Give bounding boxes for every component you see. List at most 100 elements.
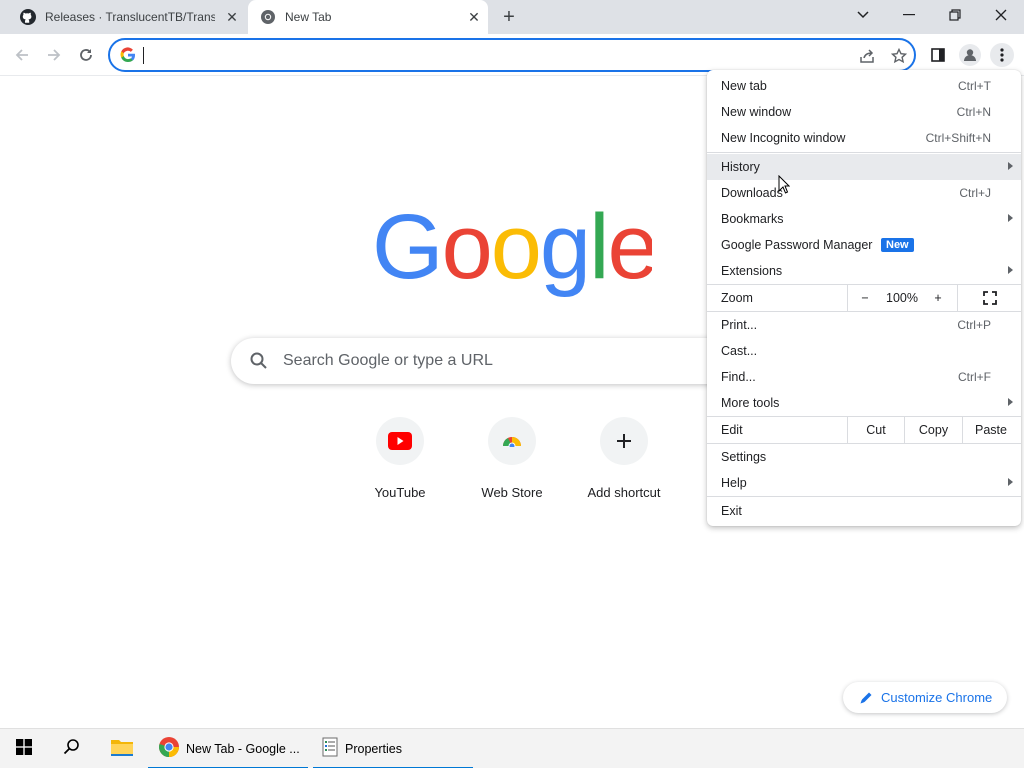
menu-shortcut: Ctrl+T — [958, 79, 991, 93]
more-menu-icon[interactable] — [990, 43, 1014, 67]
menu-item-find[interactable]: Find... Ctrl+F — [707, 364, 1021, 390]
menu-shortcut: Ctrl+J — [959, 186, 991, 200]
menu-item-exit[interactable]: Exit — [707, 498, 1021, 524]
shortcut-label: YouTube — [374, 485, 426, 500]
fullscreen-icon[interactable] — [958, 285, 1021, 311]
restore-icon[interactable] — [942, 4, 968, 26]
taskbar-item-chrome[interactable]: New Tab - Google ... — [148, 729, 308, 768]
menu-shortcut: Ctrl+P — [957, 318, 991, 332]
copy-button[interactable]: Copy — [905, 417, 962, 443]
shortcut-youtube[interactable]: YouTube — [344, 415, 456, 505]
folder-icon — [110, 737, 134, 762]
menu-label: Exit — [721, 504, 742, 518]
menu-label: Settings — [721, 450, 767, 464]
chrome-icon — [158, 736, 180, 763]
side-panel-icon[interactable] — [926, 43, 950, 67]
menu-label: Print... — [721, 318, 758, 332]
menu-label: New Incognito window — [721, 131, 846, 145]
search-icon — [249, 351, 269, 376]
search-input[interactable] — [283, 350, 743, 372]
menu-item-new-incognito[interactable]: New Incognito window Ctrl+Shift+N — [707, 125, 1021, 151]
address-input[interactable] — [146, 44, 846, 66]
menu-item-password-manager[interactable]: Google Password Manager New — [707, 232, 1021, 258]
shortcut-label: Web Store — [481, 485, 543, 500]
github-icon — [20, 9, 36, 25]
tab-title: New Tab — [285, 10, 332, 24]
menu-item-new-window[interactable]: New window Ctrl+N — [707, 99, 1021, 125]
plus-icon — [600, 417, 648, 465]
menu-item-history[interactable]: History — [707, 154, 1021, 180]
customize-chrome-button[interactable]: Customize Chrome — [843, 682, 1007, 713]
menu-label: Zoom — [721, 291, 753, 305]
close-window-icon[interactable] — [988, 4, 1014, 26]
menu-divider — [707, 152, 1021, 153]
properties-icon — [321, 737, 339, 762]
taskbar-label: Properties — [345, 742, 402, 756]
menu-divider — [707, 496, 1021, 497]
zoom-out-button[interactable]: − — [848, 285, 882, 311]
tab-strip: Releases · TranslucentTB/Translu ✕ New T… — [0, 0, 1024, 34]
start-button[interactable] — [8, 729, 40, 768]
taskbar-item-properties[interactable]: Properties — [313, 729, 473, 768]
close-icon[interactable]: ✕ — [466, 9, 482, 25]
menu-label: Extensions — [721, 264, 783, 278]
menu-item-new-tab[interactable]: New tab Ctrl+T — [707, 73, 1021, 99]
menu-label: Help — [721, 476, 747, 490]
menu-item-help[interactable]: Help — [707, 470, 1021, 496]
menu-label: More tools — [721, 396, 780, 410]
chrome-icon — [260, 9, 276, 25]
back-arrow-icon[interactable] — [9, 42, 35, 68]
menu-label: Cast... — [721, 344, 758, 358]
file-explorer-button[interactable] — [106, 729, 138, 768]
paste-button[interactable]: Paste — [963, 417, 1019, 443]
menu-item-bookmarks[interactable]: Bookmarks — [707, 206, 1021, 232]
share-icon[interactable] — [858, 47, 876, 65]
svg-text:Google: Google — [372, 200, 652, 298]
menu-label: Google Password Manager — [721, 238, 873, 252]
menu-label: New tab — [721, 79, 767, 93]
shortcut-label: Add shortcut — [587, 485, 661, 500]
google-logo: Google — [372, 196, 659, 300]
submenu-arrow-icon — [1008, 398, 1013, 406]
new-tab-button[interactable]: + — [498, 6, 520, 28]
menu-item-downloads[interactable]: Downloads Ctrl+J — [707, 180, 1021, 206]
forward-arrow-icon[interactable] — [41, 42, 67, 68]
tab-new-tab[interactable]: New Tab ✕ — [248, 0, 488, 34]
menu-item-more-tools[interactable]: More tools — [707, 390, 1021, 416]
mouse-cursor-icon — [778, 174, 791, 199]
google-g-icon — [120, 47, 136, 68]
taskbar-search-button[interactable] — [56, 729, 88, 768]
cut-button[interactable]: Cut — [848, 417, 904, 443]
tab-releases[interactable]: Releases · TranslucentTB/Translu ✕ — [8, 0, 246, 34]
chrome-menu: New tab Ctrl+T New window Ctrl+N New Inc… — [707, 70, 1021, 526]
minimize-icon[interactable] — [896, 4, 922, 26]
menu-item-extensions[interactable]: Extensions — [707, 258, 1021, 284]
shortcut-web-store[interactable]: Web Store — [456, 415, 568, 505]
menu-label: Bookmarks — [721, 212, 784, 226]
bookmark-star-icon[interactable] — [890, 47, 908, 65]
submenu-arrow-icon — [1008, 266, 1013, 274]
tab-title: Releases · TranslucentTB/Translu — [45, 10, 215, 24]
menu-label: Downloads — [721, 186, 783, 200]
profile-avatar-icon[interactable] — [958, 43, 982, 67]
close-icon[interactable]: ✕ — [224, 9, 240, 25]
taskbar-label: New Tab - Google ... — [186, 742, 300, 756]
tab-search-icon[interactable] — [850, 4, 876, 26]
menu-item-cast[interactable]: Cast... — [707, 338, 1021, 364]
zoom-level: 100% — [886, 291, 918, 305]
menu-shortcut: Ctrl+N — [956, 105, 991, 119]
customize-label: Customize Chrome — [881, 690, 993, 705]
reload-icon[interactable] — [73, 42, 99, 68]
menu-label: Find... — [721, 370, 756, 384]
menu-shortcut: Ctrl+F — [958, 370, 991, 384]
zoom-in-button[interactable]: + — [922, 285, 954, 311]
youtube-icon — [376, 417, 424, 465]
shortcut-add[interactable]: Add shortcut — [568, 415, 680, 505]
menu-item-settings[interactable]: Settings — [707, 444, 1021, 470]
submenu-arrow-icon — [1008, 214, 1013, 222]
menu-item-print[interactable]: Print... Ctrl+P — [707, 312, 1021, 338]
address-bar[interactable] — [108, 38, 916, 72]
text-caret — [143, 47, 144, 64]
pencil-icon — [859, 691, 873, 705]
menu-label: Edit — [721, 423, 743, 437]
